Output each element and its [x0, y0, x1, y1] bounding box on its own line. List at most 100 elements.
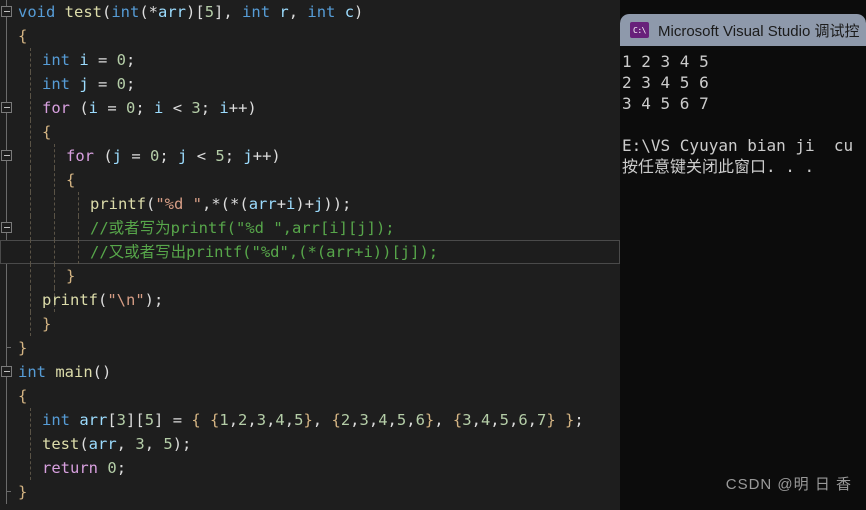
- code-token-num: 3: [256, 411, 267, 429]
- code-line[interactable]: {: [0, 168, 620, 192]
- code-token-pun: ;: [116, 459, 127, 477]
- code-token-ctl: for: [66, 147, 94, 165]
- code-token-num: 3: [462, 411, 472, 429]
- code-line-text: {: [18, 384, 27, 408]
- block-structure-bar: [6, 384, 7, 408]
- code-token-pun: ): [354, 3, 364, 21]
- code-token-var: i: [286, 195, 296, 213]
- code-token-kw: int: [111, 3, 140, 21]
- code-line[interactable]: //或者写为printf("%d ",arr[i][j]);: [0, 216, 620, 240]
- code-token-cmt: //或者写为printf("%d ",arr[i][j]);: [90, 219, 395, 237]
- fold-collapse-icon[interactable]: [1, 222, 12, 233]
- code-token-fn: printf: [42, 291, 98, 309]
- code-token-var: c: [344, 3, 355, 21]
- indent-guide: [30, 408, 31, 432]
- code-token-pun: ,: [284, 411, 295, 429]
- code-token-pun: ;: [574, 411, 584, 429]
- code-token-pun: ,: [406, 411, 416, 429]
- code-token-var: r: [279, 3, 289, 21]
- code-line[interactable]: for (j = 0; j < 5; j++): [0, 144, 620, 168]
- code-line[interactable]: printf("\n");: [0, 288, 620, 312]
- code-line[interactable]: int arr[3][5] = { {1,2,3,4,5}, {2,3,4,5,…: [0, 408, 620, 432]
- fold-collapse-icon[interactable]: [1, 366, 12, 377]
- code-token-var: i: [88, 99, 99, 117]
- code-token-kw: int: [42, 75, 80, 93]
- block-structure-bar: [6, 432, 7, 456]
- code-line-text: {: [18, 24, 27, 48]
- code-line[interactable]: test(arr, 3, 5);: [0, 432, 620, 456]
- code-line-text: for (j = 0; j < 5; j++): [66, 144, 281, 168]
- fold-collapse-icon[interactable]: [1, 6, 12, 17]
- code-line[interactable]: printf("%d ",*(*(arr+i)+j));: [0, 192, 620, 216]
- code-token-kw: int: [42, 51, 80, 69]
- code-token-num: 5: [396, 411, 407, 429]
- code-line[interactable]: {: [0, 24, 620, 48]
- block-structure-bar: [6, 72, 7, 96]
- code-line[interactable]: {: [0, 120, 620, 144]
- code-line[interactable]: int i = 0;: [0, 48, 620, 72]
- console-titlebar[interactable]: C:\ Microsoft Visual Studio 调试控: [620, 14, 866, 46]
- console-window-title: Microsoft Visual Studio 调试控: [658, 22, 860, 40]
- code-token-var: arr: [158, 3, 187, 21]
- indent-guide: [54, 192, 55, 216]
- code-token-pun: ],: [214, 3, 243, 21]
- code-editor[interactable]: void test(int(*arr)[5], int r, int c){in…: [0, 0, 620, 510]
- console-window[interactable]: C:\ Microsoft Visual Studio 调试控 1 2 3 4 …: [620, 14, 866, 510]
- code-token-brc: }: [303, 411, 313, 429]
- code-line-text: int main(): [18, 360, 111, 384]
- code-line[interactable]: int j = 0;: [0, 72, 620, 96]
- code-line-text: {: [42, 120, 51, 144]
- block-structure-bar: [6, 288, 7, 312]
- code-line-text: }: [42, 312, 51, 336]
- code-token-brc: }: [424, 411, 435, 429]
- fold-collapse-icon[interactable]: [1, 150, 12, 161]
- console-output-area[interactable]: 1 2 3 4 5 2 3 4 5 6 3 4 5 6 7 E:\VS Cyuyan…: [620, 46, 866, 510]
- code-token-pun: ,: [350, 411, 360, 429]
- code-token-num: 0: [107, 459, 117, 477]
- code-token-pun: [: [107, 411, 117, 429]
- console-output-line: 3 4 5 6 7: [622, 94, 709, 113]
- code-token-kw: void: [18, 3, 65, 21]
- code-token-pun: (: [70, 99, 89, 117]
- code-token-brc: {: [18, 27, 28, 45]
- code-token-brc: {: [331, 411, 341, 429]
- code-token-pun: [98, 459, 107, 477]
- code-token-pun: (: [102, 3, 112, 21]
- code-line-text: printf("\n");: [42, 288, 163, 312]
- code-line[interactable]: }: [0, 264, 620, 288]
- code-token-pun: =: [122, 147, 151, 165]
- block-structure-bar: [6, 480, 11, 504]
- code-token-pun: ;: [159, 147, 179, 165]
- code-line[interactable]: }: [0, 480, 620, 504]
- code-line[interactable]: for (i = 0; i < 3; i++): [0, 96, 620, 120]
- code-line-text: //又或者写出printf("%d",(*(arr+i))[j]);: [90, 240, 438, 264]
- code-line[interactable]: }: [0, 312, 620, 336]
- code-token-brc: }: [42, 315, 52, 333]
- code-token-num: 2: [238, 411, 248, 429]
- code-token-brc: } }: [546, 411, 575, 429]
- code-token-pun: ] =: [154, 411, 192, 429]
- code-line[interactable]: void test(int(*arr)[5], int r, int c): [0, 0, 620, 24]
- code-token-num: 4: [480, 411, 491, 429]
- fold-collapse-icon[interactable]: [1, 102, 12, 113]
- code-token-ctl: for: [42, 99, 70, 117]
- code-token-pun: ,: [116, 435, 136, 453]
- code-token-num: 5: [499, 411, 509, 429]
- code-token-pun: <: [187, 147, 216, 165]
- code-line[interactable]: }: [0, 336, 620, 360]
- code-token-var: arr: [88, 435, 117, 453]
- code-line[interactable]: return 0;: [0, 456, 620, 480]
- code-line[interactable]: //又或者写出printf("%d",(*(arr+i))[j]);: [0, 240, 620, 264]
- code-line[interactable]: int main(): [0, 360, 620, 384]
- code-token-pun: ));: [323, 195, 352, 213]
- code-token-num: 0: [116, 51, 127, 69]
- block-structure-bar: [6, 336, 11, 360]
- code-lines-container[interactable]: void test(int(*arr)[5], int r, int c){in…: [0, 0, 620, 504]
- indent-guide: [30, 120, 31, 144]
- code-token-num: 5: [204, 3, 215, 21]
- code-token-var: arr: [79, 411, 108, 429]
- block-structure-bar: [6, 120, 7, 144]
- code-token-pun: =: [98, 99, 127, 117]
- code-line[interactable]: {: [0, 384, 620, 408]
